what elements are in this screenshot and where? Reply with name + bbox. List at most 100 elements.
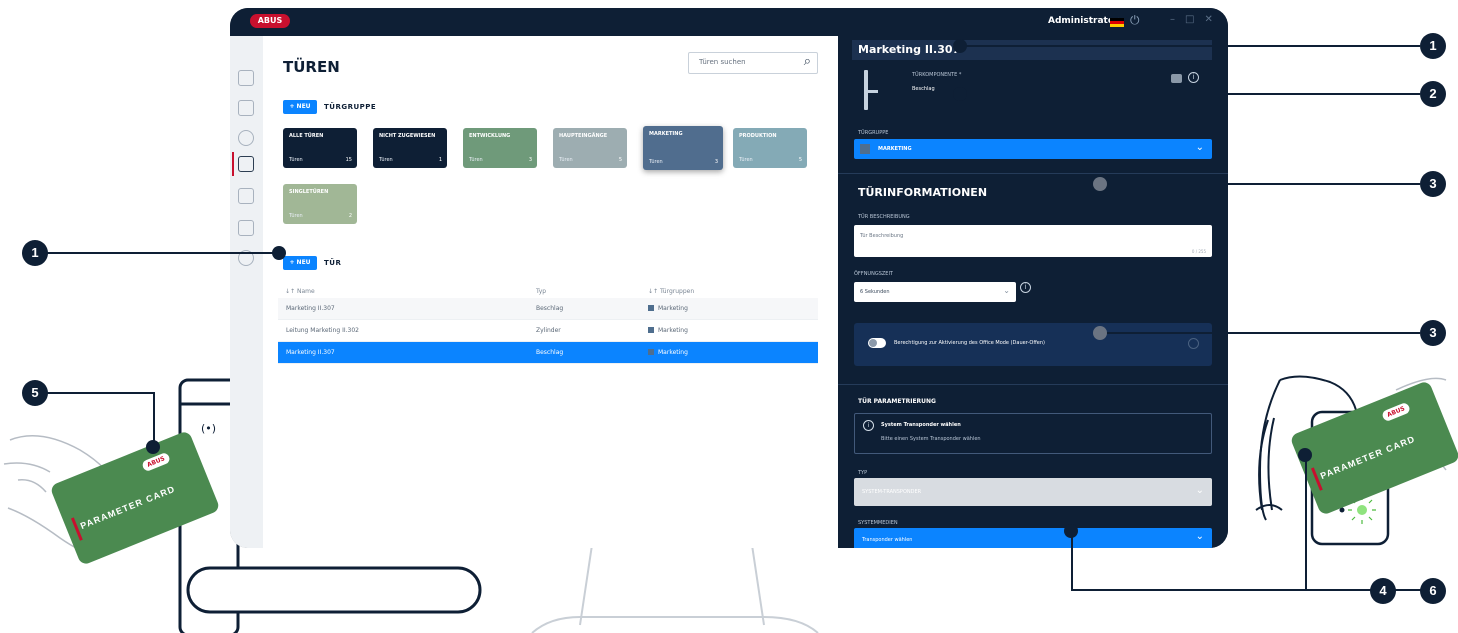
door-handle-icon — [864, 70, 878, 110]
column-header-group[interactable]: ↓↑ Türgruppen — [648, 288, 694, 295]
callout-line — [1100, 332, 1420, 334]
monitor-screen: ABUS Administrator ⏻ –□✕ TÜREN Türen suc… — [230, 8, 1228, 548]
parametrization-heading: TÜR PARAMETRIERUNG — [858, 398, 936, 405]
group-card-count: 5 — [618, 157, 622, 163]
active-nav-marker — [232, 152, 234, 176]
group-card[interactable]: MARKETING Türen 3 — [643, 126, 723, 170]
group-card-title: ENTWICKLUNG — [469, 133, 511, 139]
group-card[interactable]: NICHT ZUGEWIESEN Türen 1 — [373, 128, 447, 168]
german-flag-icon[interactable] — [1110, 18, 1124, 27]
system-media-select[interactable]: Transponder wählen ⌄ — [854, 528, 1212, 548]
door-group-select[interactable]: MARKETING ⌄ — [854, 139, 1212, 159]
home-icon[interactable] — [238, 70, 254, 86]
door-title[interactable]: Marketing II.307 — [858, 43, 960, 56]
group-card[interactable]: HAUPTEINGÄNGE Türen 5 — [553, 128, 627, 168]
nav-rail — [230, 36, 263, 548]
group-color-swatch — [648, 327, 654, 333]
group-card[interactable]: SINGLETÜREN Türen 2 — [283, 184, 357, 224]
row-type: Beschlag — [536, 305, 564, 312]
search-input[interactable]: Türen suchen ⌕ — [688, 52, 818, 74]
door-section-label: TÜR — [324, 259, 342, 267]
callout-badge: 3 — [1420, 171, 1446, 197]
callout-line — [40, 252, 280, 254]
group-card-title: NICHT ZUGEWIESEN — [379, 133, 436, 139]
door-detail-panel: Marketing II.307 TÜRKOMPONENTE * Beschla… — [838, 36, 1228, 548]
user-icon[interactable] — [238, 130, 254, 146]
row-name: Marketing II.307 — [286, 349, 335, 356]
new-door-button[interactable]: + NEU — [283, 256, 317, 270]
search-icon[interactable]: ⌕ — [804, 54, 811, 69]
monitor-stand-illustration — [531, 545, 819, 633]
abus-logo: ABUS — [250, 14, 290, 28]
description-field[interactable]: Tür Beschreibung 0 / 255 — [854, 225, 1212, 257]
doors-view: TÜREN Türen suchen ⌕ + NEU TÜRGRUPPE ALL… — [230, 36, 838, 548]
callout-dot — [1093, 177, 1107, 191]
group-card-title: MARKETING — [649, 131, 683, 137]
app-titlebar: ABUS Administrator ⏻ –□✕ — [230, 8, 1228, 36]
svg-text:(•): (•) — [201, 422, 216, 435]
group-card-title: SINGLETÜREN — [289, 189, 329, 195]
opening-time-select[interactable]: 6 Sekunden ⌄ — [854, 282, 1016, 302]
group-card-title: ALLE TÜREN — [289, 133, 324, 139]
type-label: TYP — [858, 470, 868, 476]
user-name[interactable]: Administrator — [1048, 16, 1118, 26]
callout-line — [1305, 454, 1307, 590]
table-row[interactable]: Leitung Marketing II.302 Zylinder Marketin… — [278, 320, 818, 342]
table-row[interactable]: Marketing II.307 Beschlag Marketing — [278, 342, 818, 364]
door-group-label: TÜRGRUPPE — [858, 130, 889, 136]
row-group: Marketing — [648, 327, 688, 334]
window-controls[interactable]: –□✕ — [1170, 14, 1223, 25]
callout-line — [960, 93, 1420, 95]
door-component-value: Beschlag — [912, 86, 935, 92]
row-name: Marketing II.307 — [286, 305, 335, 312]
chevron-down-icon: ⌄ — [1195, 142, 1204, 153]
callout-badge: 1 — [1420, 33, 1446, 59]
door-icon[interactable] — [238, 156, 254, 172]
type-select[interactable]: SYSTEM-TRANSPONDER ⌄ — [854, 478, 1212, 506]
notice-text: Bitte einen System Transponder wählen — [881, 436, 981, 442]
callout-badge: 6 — [1420, 578, 1446, 604]
system-media-value: Transponder wählen — [862, 537, 913, 543]
dashboard-icon[interactable] — [238, 100, 254, 116]
group-card-count: 3 — [528, 157, 532, 163]
system-media-label: SYSTEMMEDIEN — [858, 520, 898, 526]
group-card-sub: Türen — [559, 157, 573, 163]
divider — [838, 173, 1228, 174]
callout-badge: 4 — [1370, 578, 1396, 604]
group-card[interactable]: PRODUKTION Türen 5 — [733, 128, 807, 168]
callout-dot — [1064, 524, 1078, 538]
search-placeholder: Türen suchen — [699, 58, 746, 66]
column-header-type[interactable]: Typ — [536, 288, 546, 295]
tablet-icon[interactable] — [238, 220, 254, 236]
opening-time-value: 6 Sekunden — [860, 289, 890, 295]
door-info-heading: TÜRINFORMATIONEN — [858, 186, 988, 199]
new-group-button[interactable]: + NEU — [283, 100, 317, 114]
row-name: Leitung Marketing II.302 — [286, 327, 359, 334]
group-card-count: 15 — [345, 157, 352, 163]
group-card-sub: Türen — [289, 157, 303, 163]
row-type: Beschlag — [536, 349, 564, 356]
callout-line — [1100, 183, 1420, 185]
description-value: Tür Beschreibung — [860, 233, 904, 239]
callout-line — [1071, 531, 1073, 591]
chevron-down-icon: ⌄ — [1195, 485, 1204, 496]
column-header-name[interactable]: ↓↑ Name — [285, 288, 315, 295]
abus-logo: ABUS — [141, 451, 172, 473]
group-card-count: 1 — [438, 157, 442, 163]
notice-title: System Transponder wählen — [881, 422, 961, 428]
info-icon[interactable]: i — [1020, 282, 1031, 293]
info-icon[interactable]: i — [1188, 72, 1199, 83]
group-card[interactable]: ALLE TÜREN Türen 15 — [283, 128, 357, 168]
calendar-icon[interactable] — [238, 188, 254, 204]
callout-dot — [953, 87, 967, 101]
chevron-down-icon: ⌄ — [1003, 286, 1010, 295]
row-type: Zylinder — [536, 327, 561, 334]
callout-line — [153, 392, 155, 446]
group-card-sub: Türen — [469, 157, 483, 163]
office-mode-toggle[interactable] — [868, 338, 886, 348]
power-icon[interactable]: ⏻ — [1130, 13, 1140, 28]
group-card-sub: Türen — [739, 157, 753, 163]
info-icon[interactable] — [1188, 338, 1199, 349]
group-card[interactable]: ENTWICKLUNG Türen 3 — [463, 128, 537, 168]
table-row[interactable]: Marketing II.307 Beschlag Marketing — [278, 298, 818, 320]
